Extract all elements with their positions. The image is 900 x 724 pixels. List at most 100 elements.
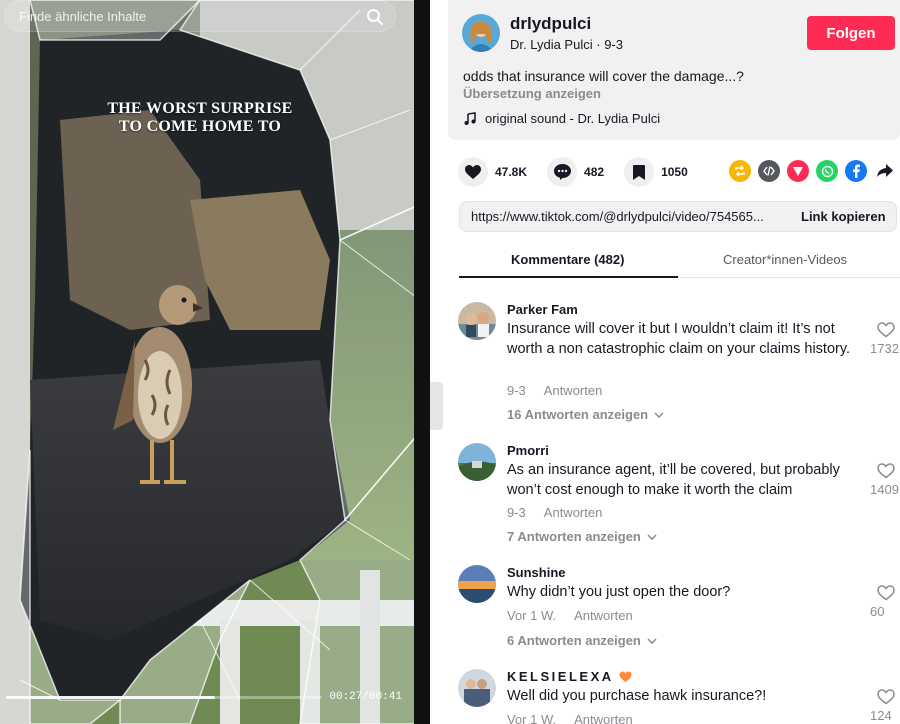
facebook-glyph	[853, 164, 860, 178]
comment-meta: 9-3 Antworten	[507, 505, 602, 520]
engagement-actions: 47.8K 482 1050	[458, 156, 708, 188]
post-caption: odds that insurance will cover the damag…	[463, 68, 744, 84]
comment-meta: Vor 1 W. Antworten	[507, 608, 633, 623]
tab-creator-videos[interactable]: Creator*innen-Videos	[723, 252, 847, 267]
copy-link-box: https://www.tiktok.com/@drlydpulci/video…	[459, 201, 897, 232]
comment-like-count: 60	[870, 604, 885, 619]
commenter-avatar[interactable]	[458, 565, 496, 603]
commenter-name[interactable]: KELSIELEXA	[507, 669, 632, 684]
music-title: original sound - Dr. Lydia Pulci	[485, 111, 661, 126]
overlay-line-1: THE WORST SURPRISE	[107, 100, 293, 117]
repost-icon[interactable]	[729, 160, 751, 182]
commenter-name[interactable]: Parker Fam	[507, 302, 578, 317]
view-replies-button[interactable]: 7 Antworten anzeigen	[507, 529, 657, 544]
comment-like[interactable]: 1732	[870, 322, 900, 356]
embed-icon[interactable]	[758, 160, 780, 182]
bookmark-icon	[633, 164, 646, 180]
video-link-url[interactable]: https://www.tiktok.com/@drlydpulci/video…	[471, 209, 787, 224]
search-icon[interactable]	[365, 7, 385, 27]
music-row[interactable]: original sound - Dr. Lydia Pulci	[463, 111, 660, 126]
facebook-icon[interactable]	[845, 160, 867, 182]
commenter-avatar-image	[458, 443, 496, 481]
comment-item: Parker Fam Insurance will cover it but I…	[458, 302, 900, 432]
comment-like-count: 1409	[870, 482, 899, 497]
reply-button[interactable]: Antworten	[544, 505, 603, 520]
comment-text: Well did you purchase hawk insurance?!	[507, 688, 767, 704]
comment-like-count: 124	[870, 708, 892, 723]
comment-action[interactable]: 482	[547, 157, 604, 187]
comment-date: 9-3	[507, 383, 526, 398]
comment-meta: 9-3 Antworten	[507, 383, 602, 398]
whatsapp-icon[interactable]	[816, 160, 838, 182]
active-tab-indicator	[459, 276, 678, 278]
translation-link[interactable]: Übersetzung anzeigen	[463, 86, 601, 101]
similar-content-search[interactable]: Finde ähnliche Inhalte	[4, 0, 396, 32]
tab-comments[interactable]: Kommentare (482)	[511, 252, 624, 267]
comment-item: Sunshine Why didn’t you just open the do…	[458, 565, 900, 655]
whatsapp-glyph	[821, 165, 833, 177]
comment-date: Vor 1 W.	[507, 712, 557, 724]
share-arrow-glyph	[877, 164, 893, 177]
reply-button[interactable]: Antworten	[544, 383, 603, 398]
reply-button[interactable]: Antworten	[574, 712, 633, 724]
panel-resize-handle[interactable]	[430, 382, 443, 430]
creator-avatar[interactable]	[462, 14, 500, 52]
copy-link-button[interactable]: Link kopieren	[801, 209, 886, 224]
comment-text: Why didn’t you just open the door?	[507, 584, 731, 600]
comment-button[interactable]	[547, 157, 578, 187]
commenter-avatar[interactable]	[458, 443, 496, 481]
dot-separator: ·	[596, 37, 605, 52]
commenter-name-text: KELSIELEXA	[507, 669, 614, 684]
view-replies-label: 16 Antworten anzeigen	[507, 407, 649, 422]
video-time: 00:27/00:41	[329, 691, 402, 703]
save-action[interactable]: 1050	[624, 157, 688, 187]
chevron-down-icon	[647, 533, 657, 540]
commenter-name[interactable]: Pmorri	[507, 443, 549, 458]
commenter-name[interactable]: Sunshine	[507, 565, 566, 580]
video-progress-bar[interactable]	[6, 696, 322, 699]
like-button[interactable]	[458, 157, 488, 187]
music-note-icon	[464, 111, 476, 125]
share-arrow-icon[interactable]	[874, 160, 896, 182]
creator-username[interactable]: drlydpulci	[510, 14, 591, 34]
comment-like[interactable]: 1409	[870, 463, 900, 497]
creator-display-name: Dr. Lydia Pulci	[510, 37, 593, 52]
follow-button[interactable]: Folgen	[807, 16, 895, 50]
save-button[interactable]	[624, 157, 655, 187]
comment-count: 482	[584, 165, 605, 179]
comment-item: Pmorri As an insurance agent, it’ll be c…	[458, 443, 900, 553]
comment-like[interactable]: 124	[870, 689, 900, 723]
comment-like[interactable]: 60	[870, 585, 900, 619]
heart-outline-icon[interactable]	[877, 689, 895, 705]
heart-outline-icon[interactable]	[877, 585, 895, 601]
comment-bubble-icon	[553, 164, 571, 180]
chevron-down-icon	[654, 411, 664, 418]
save-count: 1050	[661, 165, 688, 179]
video-text-overlay: THE WORST SURPRISE TO COME HOME TO	[100, 100, 300, 136]
like-action[interactable]: 47.8K	[458, 157, 527, 187]
post-date: 9-3	[604, 37, 623, 52]
send-icon[interactable]	[787, 160, 809, 182]
tiktok-video-page: Finde ähnliche Inhalte THE WORST SURPRIS…	[0, 0, 900, 724]
share-options	[729, 160, 900, 182]
commenter-avatar[interactable]	[458, 302, 496, 340]
video-player[interactable]: Finde ähnliche Inhalte THE WORST SURPRIS…	[0, 0, 430, 724]
heart-outline-icon[interactable]	[877, 322, 895, 338]
view-replies-button[interactable]: 16 Antworten anzeigen	[507, 407, 664, 422]
search-placeholder: Finde ähnliche Inhalte	[19, 8, 147, 24]
commenter-avatar[interactable]	[458, 669, 496, 707]
view-replies-button[interactable]: 6 Antworten anzeigen	[507, 633, 657, 648]
video-progress-fill	[6, 696, 215, 699]
comment-item: KELSIELEXA Well did you purchase hawk in…	[458, 669, 900, 724]
like-count: 47.8K	[495, 165, 528, 179]
commenter-avatar-image	[458, 669, 496, 707]
creator-subline: Dr. Lydia Pulci · 9-3	[510, 37, 623, 52]
embed-glyph	[763, 166, 775, 176]
heart-outline-icon[interactable]	[877, 463, 895, 479]
heart-icon	[465, 164, 481, 179]
commenter-avatar-image	[458, 302, 496, 340]
panel-divider	[414, 0, 430, 724]
reply-button[interactable]: Antworten	[574, 608, 633, 623]
comment-like-count: 1732	[870, 341, 899, 356]
chevron-down-icon	[647, 637, 657, 644]
